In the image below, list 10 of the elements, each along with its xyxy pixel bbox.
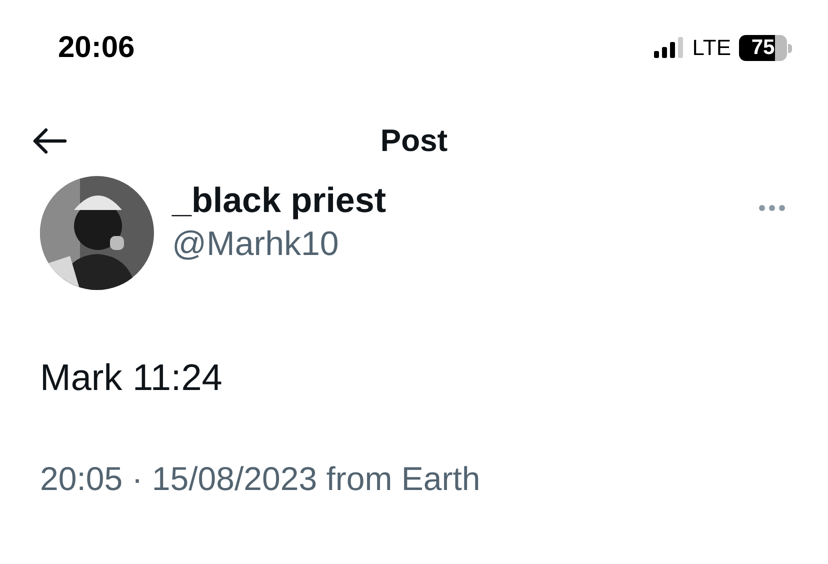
network-label: LTE	[692, 35, 731, 61]
post-text: Mark 11:24	[39, 356, 224, 400]
signal-icon	[654, 37, 684, 59]
author-name[interactable]: _black priest	[172, 179, 758, 223]
more-icon[interactable]	[758, 204, 786, 212]
author-handle[interactable]: @Marhk10	[172, 223, 758, 265]
post-timestamp: 20:05 · 15/08/2023 from Earth	[39, 460, 482, 498]
status-time: 20:06	[58, 31, 135, 65]
back-arrow-icon[interactable]	[31, 127, 67, 155]
page-title: Post	[380, 123, 448, 159]
